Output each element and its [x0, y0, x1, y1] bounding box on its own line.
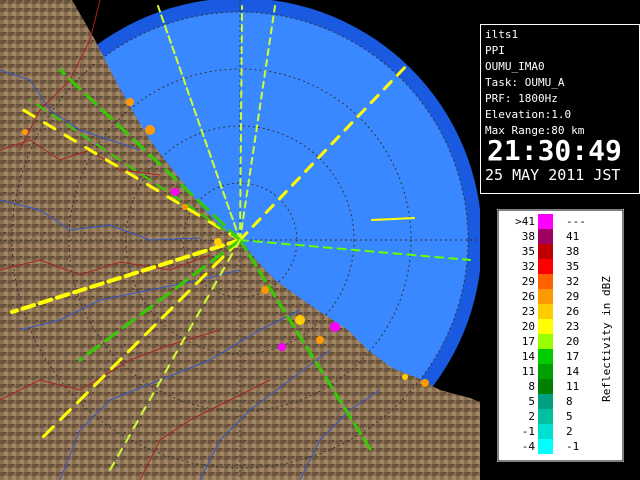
- legend-high-value: 35: [566, 260, 579, 273]
- legend-swatch: [538, 424, 553, 439]
- legend-high-value: 29: [566, 290, 579, 303]
- legend-swatch: [538, 379, 553, 394]
- elevation-label: Elevation:1.0: [485, 108, 572, 121]
- legend-swatch: [538, 289, 553, 304]
- observation-date: 25 MAY 2011 JST: [485, 166, 621, 184]
- legend-high-value: 14: [566, 365, 580, 378]
- legend-swatch: [538, 304, 553, 319]
- task-label: Task: OUMU_A: [485, 76, 565, 89]
- legend-swatch: [538, 409, 553, 424]
- legend-title: Reflectivity in dBZ: [600, 276, 613, 402]
- legend-low-value: -4: [522, 440, 536, 453]
- legend-low-value: 35: [522, 245, 535, 258]
- legend-high-value: ---: [566, 215, 586, 228]
- legend-swatch: [538, 229, 553, 244]
- legend-high-value: 2: [566, 425, 573, 438]
- legend-swatch: [538, 274, 553, 289]
- legend-low-value: 17: [522, 335, 535, 348]
- legend-swatch: [538, 364, 553, 379]
- legend-low-value: 38: [522, 230, 535, 243]
- legend-low-value: >41: [515, 215, 535, 228]
- legend-swatch: [538, 394, 553, 409]
- legend-low-value: 32: [522, 260, 535, 273]
- legend-low-value: 29: [522, 275, 535, 288]
- prf-label: PRF: 1800Hz: [485, 92, 558, 105]
- legend-low-value: 2: [528, 410, 535, 423]
- legend-swatch: [538, 259, 553, 274]
- legend-low-value: 5: [528, 395, 535, 408]
- product-type: PPI: [485, 44, 505, 57]
- legend-low-value: 20: [522, 320, 535, 333]
- legend-graphic: >41 --- 38 41 35 38 32 35 29 32 26 29 23 26 20 23 17 20 14…: [497, 209, 624, 462]
- legend-high-value: 5: [566, 410, 573, 423]
- legend-high-value: 11: [566, 380, 579, 393]
- legend-low-value: -1: [522, 425, 535, 438]
- legend-swatch: [538, 349, 553, 364]
- legend-swatch: [538, 439, 553, 454]
- legend-swatch: [538, 319, 553, 334]
- legend-high-value: 23: [566, 320, 579, 333]
- legend-high-value: -1: [566, 440, 579, 453]
- legend-low-value: 14: [522, 350, 536, 363]
- radar-info-panel: ilts1 PPI OUMU_IMA0 Task: OUMU_A PRF: 18…: [480, 24, 640, 194]
- legend-high-value: 41: [566, 230, 579, 243]
- legend-high-value: 38: [566, 245, 579, 258]
- legend-low-value: 8: [528, 380, 535, 393]
- legend-high-value: 17: [566, 350, 579, 363]
- legend-high-value: 20: [566, 335, 579, 348]
- legend-swatch: [538, 214, 553, 229]
- reflectivity-legend: >41 --- 38 41 35 38 32 35 29 32 26 29 23 26 20 23 17 20 14…: [497, 209, 624, 462]
- legend-high-value: 26: [566, 305, 579, 318]
- legend-high-value: 32: [566, 275, 579, 288]
- observation-time: 21:30:49: [487, 134, 622, 167]
- legend-low-value: 23: [522, 305, 535, 318]
- legend-low-value: 11: [522, 365, 535, 378]
- legend-swatch: [538, 244, 553, 259]
- legend-high-value: 8: [566, 395, 573, 408]
- legend-low-value: 26: [522, 290, 535, 303]
- site-name: OUMU_IMA0: [485, 60, 545, 73]
- radar-ppi-map: [0, 0, 480, 480]
- legend-swatch: [538, 334, 553, 349]
- radar-name: ilts1: [485, 28, 519, 41]
